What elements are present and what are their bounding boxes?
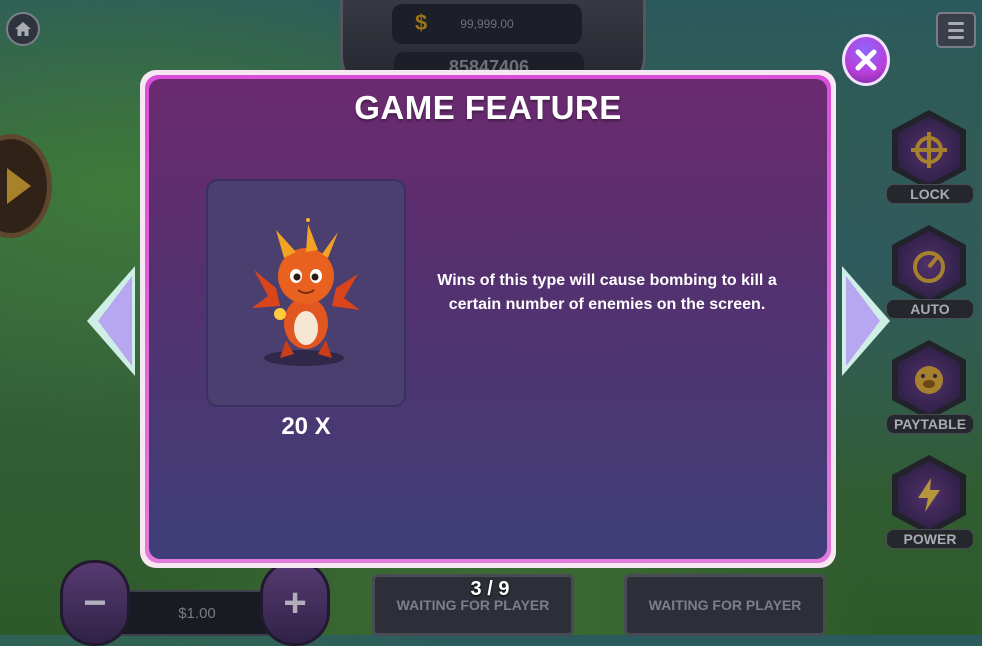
lock-label: LOCK: [886, 184, 974, 204]
dollar-icon: $: [415, 10, 428, 35]
crosshair-icon: [911, 132, 947, 168]
balance-value: 99,999.00: [460, 17, 514, 31]
home-button[interactable]: [6, 12, 40, 46]
bet-value: $1.00: [110, 590, 284, 636]
feature-description: Wins of this type will cause bombing to …: [437, 272, 777, 313]
feature-image-frame: [206, 179, 406, 407]
home-icon: [15, 22, 31, 36]
menu-button[interactable]: [936, 12, 976, 48]
plus-icon: +: [283, 580, 307, 625]
pig-icon: [915, 366, 943, 394]
right-arrow-icon: [846, 276, 880, 366]
bet-decrease-button[interactable]: −: [60, 560, 130, 646]
close-icon: [855, 49, 877, 71]
close-button[interactable]: [842, 34, 890, 86]
lock-button[interactable]: LOCK: [886, 110, 974, 204]
seat-waiting-2: WAITING FOR PLAYER: [624, 574, 826, 636]
bet-increase-button[interactable]: +: [260, 560, 330, 646]
paytable-button[interactable]: PAYTABLE: [886, 340, 974, 434]
left-arrow-icon: [98, 276, 132, 366]
lightning-icon: [918, 478, 940, 512]
play-button[interactable]: [0, 134, 52, 238]
game-feature-dialog: GAME FEATURE 20 X Wins of this type will…: [140, 70, 836, 568]
auto-button[interactable]: AUTO: [886, 225, 974, 319]
power-button[interactable]: POWER: [886, 455, 974, 549]
play-icon: [7, 168, 31, 204]
page-indicator: 3 / 9: [470, 578, 510, 600]
auto-label: AUTO: [886, 299, 974, 319]
auto-gauge-icon: [913, 251, 945, 283]
minus-icon: −: [83, 580, 107, 625]
menu-icon: [948, 21, 964, 25]
dialog-title: GAME FEATURE: [354, 89, 622, 126]
feature-multiplier: 20 X: [281, 413, 331, 440]
bet-control: $1.00 − +: [60, 560, 330, 646]
fire-dragon-icon: [252, 218, 360, 366]
power-label: POWER: [886, 529, 974, 549]
paytable-label: PAYTABLE: [886, 414, 974, 434]
